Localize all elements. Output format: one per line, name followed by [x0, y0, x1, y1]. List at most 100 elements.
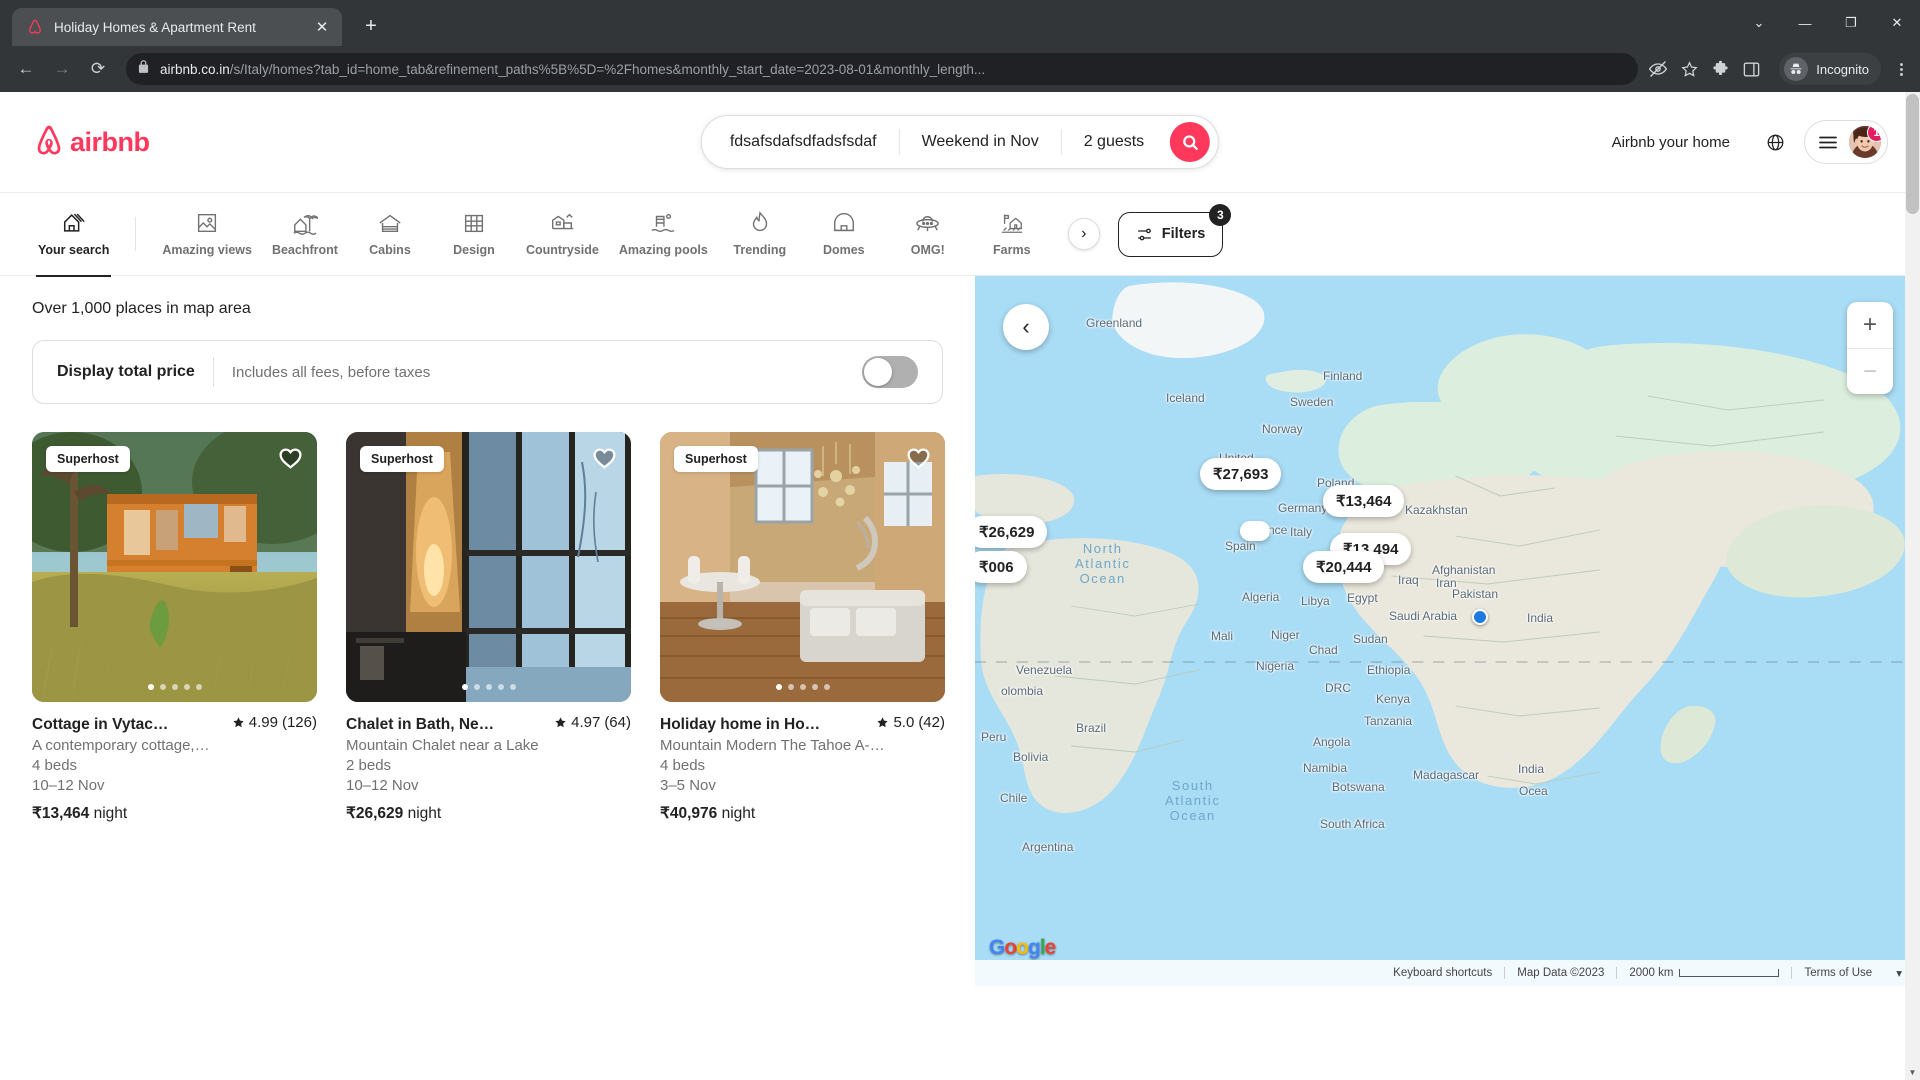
filters-label: Filters [1161, 226, 1206, 242]
search-dates-field[interactable]: Weekend in Nov [900, 115, 1061, 169]
map-price-pin[interactable]: ₹26,629 [975, 516, 1048, 548]
listing-photo[interactable]: Superhost [346, 432, 631, 702]
window-chevron-icon[interactable]: ⌄ [1736, 0, 1782, 46]
address-bar[interactable]: airbnb.co.in/s/Italy/homes?tab_id=home_t… [126, 53, 1639, 85]
map-price-pin[interactable]: ₹27,693 [1200, 458, 1282, 490]
listing-card[interactable]: Superhost [346, 432, 631, 823]
category-your-search[interactable]: Your search [28, 204, 119, 277]
search-submit-button[interactable] [1170, 122, 1211, 162]
map-price-pin[interactable]: ₹20,444 [1303, 551, 1385, 583]
page-scrollbar-thumb[interactable] [1906, 94, 1919, 214]
category-domes[interactable]: Domes [802, 204, 886, 265]
carousel-dot[interactable] [787, 684, 794, 690]
map-zoom-in-button[interactable]: + [1847, 302, 1893, 348]
carousel-dot[interactable] [183, 684, 190, 690]
language-globe-button[interactable] [1754, 121, 1796, 163]
listing-header: Holiday home in Ho… 5.0 (42) [660, 714, 945, 734]
map-zoom-controls: + − [1847, 302, 1893, 394]
carousel-dot[interactable] [811, 684, 818, 690]
listing-review-count: (64) [604, 714, 631, 731]
search-bar[interactable]: fdsafsdafsdfadsfsdaf Weekend in Nov 2 gu… [700, 115, 1220, 169]
carousel-dot[interactable] [775, 684, 782, 690]
map-panel[interactable]: ‹ + − Greenland Iceland Finland Sweden Norwa… [975, 276, 1920, 986]
listing-photo[interactable]: Superhost [660, 432, 945, 702]
window-maximize-button[interactable]: ❐ [1828, 0, 1874, 46]
listing-card[interactable]: Superhost [660, 432, 945, 823]
carousel-dot[interactable] [485, 684, 492, 690]
carousel-dot[interactable] [171, 684, 178, 690]
google-watermark: Google [989, 936, 1056, 959]
listing-rating: 5.0 (42) [876, 714, 945, 731]
listing-header: Cottage in Vytac… 4.99 (126) [32, 714, 317, 734]
superhost-badge: Superhost [46, 446, 130, 472]
carousel-dot[interactable] [497, 684, 504, 690]
chrome-menu-icon[interactable] [1893, 61, 1910, 78]
category-design[interactable]: Design [432, 204, 516, 265]
map-zoom-out-button[interactable]: − [1847, 348, 1893, 394]
category-amazing-pools[interactable]: Amazing pools [609, 204, 718, 265]
favorite-heart-icon[interactable] [591, 444, 618, 476]
extensions-puzzle-icon[interactable] [1711, 60, 1730, 79]
carousel-dot[interactable] [195, 684, 202, 690]
listing-beds: 4 beds [32, 757, 78, 774]
category-scroll-next-button[interactable]: › [1067, 218, 1100, 250]
carousel-dot[interactable] [799, 684, 806, 690]
search-location-field[interactable]: fdsafsdafsdfadsfsdaf [702, 115, 899, 169]
side-panel-icon[interactable] [1742, 60, 1761, 79]
category-beachfront[interactable]: Beachfront [262, 204, 348, 265]
total-price-divider [212, 357, 214, 387]
photo-carousel-dots[interactable] [147, 684, 202, 690]
total-price-toggle[interactable] [862, 356, 918, 388]
listing-photo[interactable]: Superhost [32, 432, 317, 702]
incognito-profile-button[interactable]: Incognito [1779, 53, 1881, 85]
category-amazing-views[interactable]: Amazing views [152, 204, 262, 265]
listing-card[interactable]: Superhost [32, 432, 317, 823]
carousel-dot[interactable] [473, 684, 480, 690]
map-price-pin[interactable]: ₹006 [975, 551, 1027, 583]
favorite-heart-icon[interactable] [905, 444, 932, 476]
listing-rating-value: 5.0 [893, 714, 915, 731]
map-terms-link[interactable]: Terms of Use [1791, 967, 1884, 979]
user-menu-button[interactable]: 1 [1804, 120, 1888, 164]
map-price-pin[interactable]: ₹13,464 [1323, 485, 1405, 517]
favorite-heart-icon[interactable] [277, 444, 304, 476]
carousel-dot[interactable] [509, 684, 516, 690]
carousel-dot[interactable] [461, 684, 468, 690]
tracking-protection-icon[interactable] [1648, 59, 1668, 79]
bookmark-star-icon[interactable] [1680, 60, 1699, 79]
photo-carousel-dots[interactable] [461, 684, 516, 690]
category-countryside[interactable]: Countryside [516, 204, 609, 265]
map-keyboard-shortcuts-link[interactable]: Keyboard shortcuts [1381, 967, 1504, 979]
map-collapse-button[interactable]: ‹ [1003, 304, 1049, 350]
airbnb-logo[interactable]: airbnb [32, 124, 322, 160]
search-guests-field[interactable]: 2 guests [1062, 115, 1166, 169]
page-scrollbar[interactable]: ▲ ▼ [1905, 92, 1920, 1080]
tab-close-icon[interactable]: ✕ [312, 18, 332, 36]
browser-tab[interactable]: Holiday Homes & Apartment Rent ✕ [12, 8, 342, 46]
avatar: 1 [1849, 126, 1881, 158]
photo-carousel-dots[interactable] [775, 684, 830, 690]
map-empty-pin[interactable] [1240, 521, 1270, 541]
filters-count-badge: 3 [1209, 203, 1232, 226]
reload-button[interactable]: ⟳ [82, 53, 114, 85]
map-selected-dot[interactable] [1472, 609, 1488, 625]
category-trending[interactable]: Trending [718, 204, 802, 265]
category-label: Beachfront [271, 242, 338, 257]
design-icon [464, 214, 483, 232]
back-button[interactable]: ← [10, 53, 42, 85]
category-farms[interactable]: Farms [970, 204, 1054, 265]
window-minimize-button[interactable]: — [1782, 0, 1828, 46]
airbnb-your-home-link[interactable]: Airbnb your home [1596, 122, 1746, 163]
carousel-dot[interactable] [159, 684, 166, 690]
new-tab-button[interactable]: + [354, 9, 388, 43]
category-omg[interactable]: OMG! [886, 203, 970, 265]
content-split: Over 1,000 places in map area Display to… [0, 276, 1920, 986]
carousel-dot[interactable] [823, 684, 830, 690]
filters-button[interactable]: Filters 3 [1117, 203, 1232, 257]
window-close-button[interactable]: ✕ [1874, 0, 1920, 46]
forward-button[interactable]: → [46, 53, 78, 85]
category-cabins[interactable]: Cabins [348, 204, 432, 265]
category-label: Trending [733, 242, 787, 257]
carousel-dot[interactable] [147, 684, 154, 690]
scroll-down-arrow-icon[interactable]: ▼ [1905, 1065, 1920, 1080]
